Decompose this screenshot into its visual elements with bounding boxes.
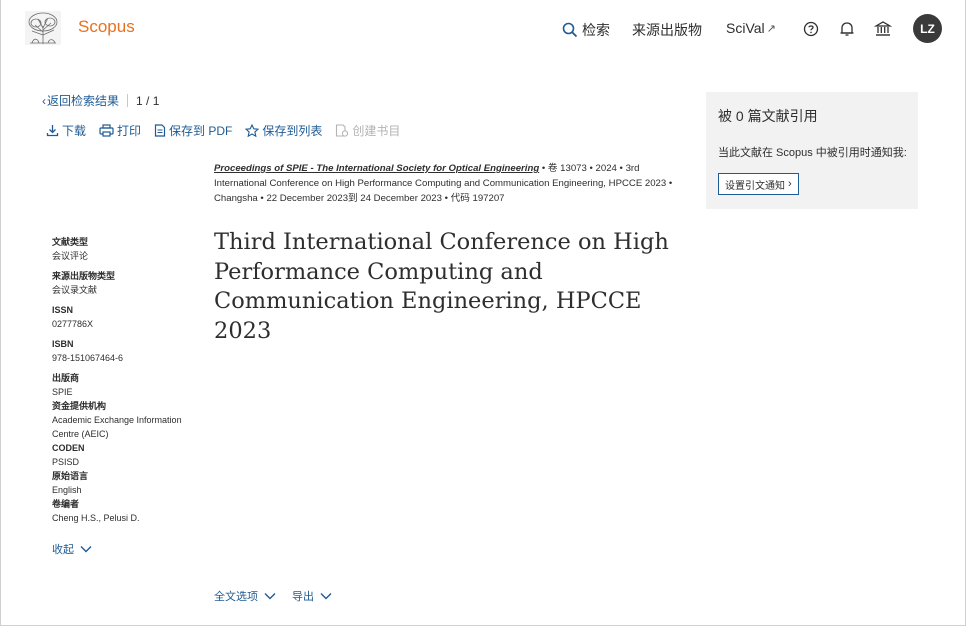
chevron-down-icon [320, 593, 332, 600]
doc-type-value: 会议评论 [52, 251, 89, 261]
funder-value: Academic Exchange Information Centre (AE… [52, 415, 182, 439]
chevron-down-icon [264, 593, 276, 600]
nav-sources-label: 来源出版物 [632, 22, 702, 38]
search-icon [562, 22, 578, 38]
funder-label: 资金提供机构 [52, 401, 107, 411]
coden-value: PSISD [52, 457, 80, 467]
nav-scival-label: SciVal [726, 20, 765, 36]
source-title-link[interactable]: Proceedings of SPIE - The International … [214, 163, 539, 174]
print-button[interactable]: 打印 [99, 122, 141, 139]
create-bibliography-label: 创建书目 [352, 124, 401, 138]
external-link-icon: ↗ [766, 22, 776, 35]
separator-dot: • [589, 163, 593, 174]
save-to-list-button[interactable]: 保存到列表 [245, 122, 322, 139]
full-text-options-label: 全文选项 [214, 591, 258, 603]
export-label: 导出 [292, 591, 314, 603]
separator-dot: • [541, 163, 546, 174]
chevron-right-icon: › [788, 178, 792, 190]
source-type-label: 来源出版物类型 [52, 271, 116, 281]
save-pdf-button[interactable]: 保存到 PDF [154, 122, 232, 139]
language-value: English [52, 485, 82, 495]
coden-label: CODEN [52, 443, 85, 453]
conference-code: 代码 197207 [450, 193, 505, 204]
separator-dot: • [668, 178, 673, 189]
issn-value: 0277786X [52, 319, 94, 329]
separator-dot: • [444, 193, 448, 204]
nav-scival-link[interactable]: SciVal ↗ [726, 20, 776, 36]
publisher-label: 出版商 [52, 373, 80, 383]
cited-by-count: 被 0 篇文献引用 [718, 108, 818, 124]
export-dropdown[interactable]: 导出 [292, 588, 332, 604]
conference-location: Changsha [214, 193, 258, 204]
volume: 卷 13073 [547, 163, 587, 174]
publisher-value: SPIE [52, 387, 73, 397]
print-label: 打印 [117, 124, 142, 138]
full-text-options-dropdown[interactable]: 全文选项 [214, 588, 276, 604]
help-icon[interactable] [802, 20, 820, 38]
printer-icon [99, 124, 114, 137]
institution-icon[interactable] [874, 20, 892, 38]
chevron-down-icon [80, 546, 92, 553]
source-type-value: 会议录文献 [52, 285, 98, 295]
elsevier-tree-logo-icon[interactable] [24, 10, 62, 46]
result-pagination: 1 / 1 [136, 93, 160, 108]
collapse-details-button[interactable]: 收起 [52, 541, 92, 557]
citation-alert-text: 当此文献在 Scopus 中被引用时通知我: [718, 147, 907, 159]
editors-value: Cheng H.S., Pelusi D. [52, 513, 140, 523]
bibliography-icon [336, 124, 349, 137]
year: 2024 [595, 163, 617, 174]
nav-search-link[interactable]: 检索 [562, 20, 610, 40]
scopus-brand-link[interactable]: Scopus [78, 17, 135, 37]
save-to-list-label: 保存到列表 [262, 124, 323, 138]
breadcrumb: ‹ 返回检索结果 1 / 1 [42, 92, 159, 109]
editors-label: 卷编者 [52, 499, 80, 509]
set-citation-alert-label: 设置引文通知 [725, 180, 785, 192]
isbn-label: ISBN [52, 339, 74, 349]
bell-icon[interactable] [838, 20, 856, 38]
nav-search-label: 检索 [582, 22, 610, 38]
save-pdf-label: 保存到 PDF [169, 124, 233, 138]
issn-label: ISSN [52, 305, 74, 315]
separator-dot: • [260, 193, 264, 204]
document-details-list: 文献类型 会议评论 来源出版物类型 会议录文献 ISSN 0277786X IS… [52, 236, 202, 526]
document-title: Third International Conference on High P… [214, 229, 669, 344]
separator-dot: • [619, 163, 623, 174]
conference-dates: 22 December 2023到 24 December 2023 [266, 193, 442, 204]
document-source-info: Proceedings of SPIE - The International … [214, 161, 690, 206]
document-actions-toolbar: 下载 打印 保存到 PDF 保存到列表 创建书目 [46, 122, 413, 139]
doc-type-label: 文献类型 [52, 237, 89, 247]
star-icon [245, 124, 260, 137]
chevron-left-icon: ‹ [42, 93, 46, 108]
top-navigation-bar: Scopus 检索 来源出版物 SciVal ↗ LZ [0, 0, 966, 60]
breadcrumb-divider [127, 94, 129, 107]
user-avatar[interactable]: LZ [913, 14, 942, 43]
cited-by-panel: 被 0 篇文献引用 当此文献在 Scopus 中被引用时通知我: 设置引文通知 … [706, 92, 918, 209]
download-label: 下载 [62, 124, 87, 138]
download-icon [46, 125, 59, 137]
collapse-label: 收起 [52, 544, 74, 556]
nav-sources-link[interactable]: 来源出版物 [632, 20, 702, 40]
back-to-results-link[interactable]: 返回检索结果 [47, 92, 119, 109]
create-bibliography-button[interactable]: 创建书目 [335, 122, 400, 139]
isbn-value: 978-151067464-6 [52, 353, 124, 363]
download-button[interactable]: 下载 [46, 122, 86, 139]
language-label: 原始语言 [52, 471, 89, 481]
pdf-file-icon [154, 124, 166, 137]
set-citation-alert-button[interactable]: 设置引文通知 › [718, 173, 799, 195]
